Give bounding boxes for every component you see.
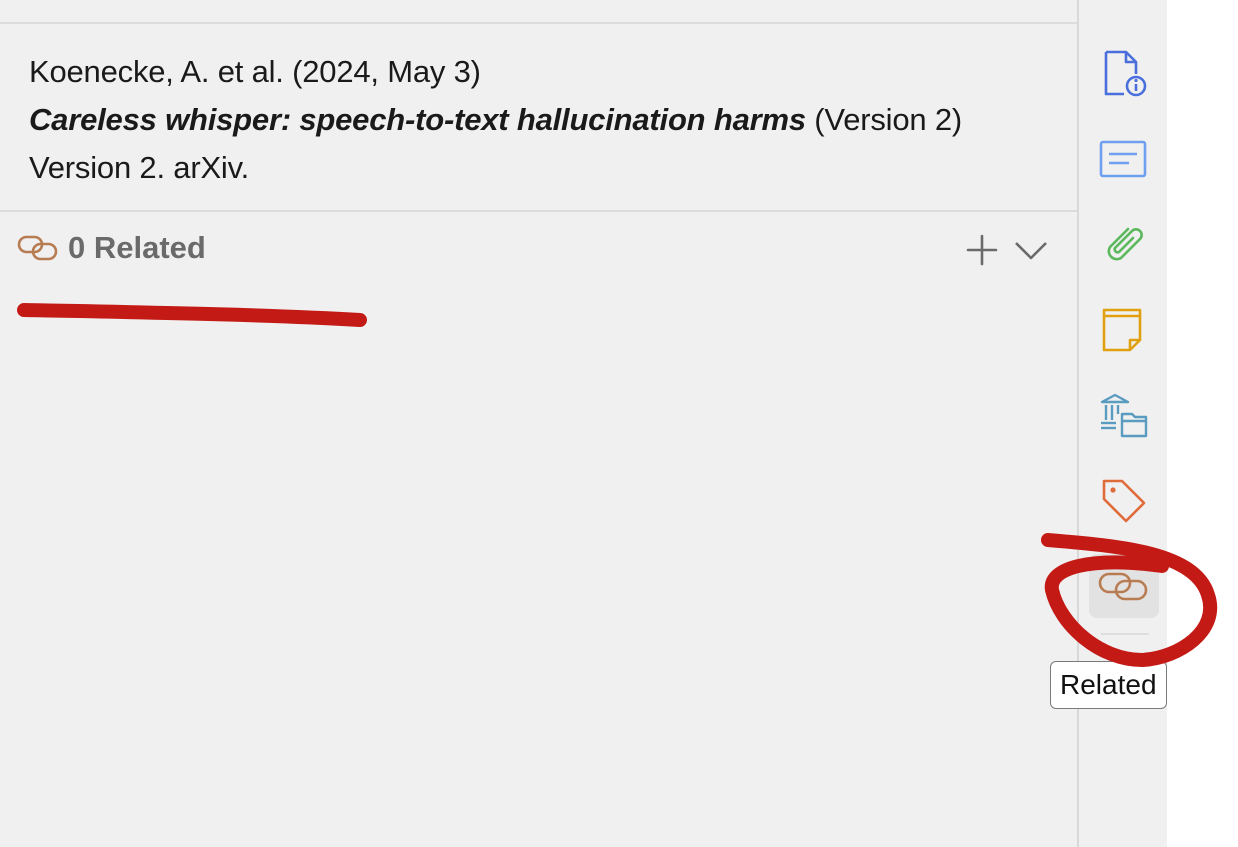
sidenav-tooltip: Related	[1050, 661, 1167, 709]
sidenav-libraries-collections-button[interactable]	[1089, 384, 1159, 448]
collapse-section-button[interactable]	[1010, 230, 1052, 270]
item-pane-sidenav	[1077, 0, 1167, 847]
sidenav-related-button[interactable]	[1089, 554, 1159, 618]
add-related-button[interactable]	[962, 230, 1002, 270]
citation-block: Koenecke, A. et al. (2024, May 3) Carele…	[29, 48, 1049, 192]
sidenav-tags-button[interactable]	[1089, 469, 1159, 533]
related-count-label: 0 Related	[68, 230, 206, 265]
plus-icon	[966, 234, 998, 266]
sidenav-separator	[1101, 633, 1149, 635]
note-icon	[1102, 308, 1142, 352]
citation-title-line: Careless whisper: speech-to-text halluci…	[29, 96, 1049, 144]
pane-header-strip	[0, 0, 1077, 24]
citation-version: (Version 2)	[805, 102, 963, 137]
related-link-icon	[1098, 572, 1148, 601]
sidenav-attachments-button[interactable]	[1089, 213, 1159, 277]
app-window: Koenecke, A. et al. (2024, May 3) Carele…	[0, 0, 1238, 847]
related-link-icon	[16, 232, 60, 264]
sidenav-info-button[interactable]	[1089, 42, 1159, 106]
window-background	[1167, 0, 1238, 847]
related-section-header[interactable]: 0 Related	[0, 222, 1077, 276]
sidenav-abstract-button[interactable]	[1089, 128, 1159, 192]
chevron-down-icon	[1015, 242, 1047, 260]
paperclip-icon	[1107, 227, 1143, 261]
abstract-icon	[1099, 140, 1147, 178]
tag-icon	[1102, 479, 1146, 523]
citation-publisher: Version 2. arXiv.	[29, 150, 250, 185]
sidenav-notes-button[interactable]	[1089, 298, 1159, 362]
library-collection-icon	[1100, 393, 1148, 438]
item-pane: Koenecke, A. et al. (2024, May 3) Carele…	[0, 0, 1077, 847]
document-info-icon	[1104, 50, 1147, 97]
citation-title: Careless whisper: speech-to-text halluci…	[29, 102, 806, 137]
section-divider	[0, 210, 1077, 212]
citation-authors-date: Koenecke, A. et al. (2024, May 3)	[29, 54, 481, 89]
